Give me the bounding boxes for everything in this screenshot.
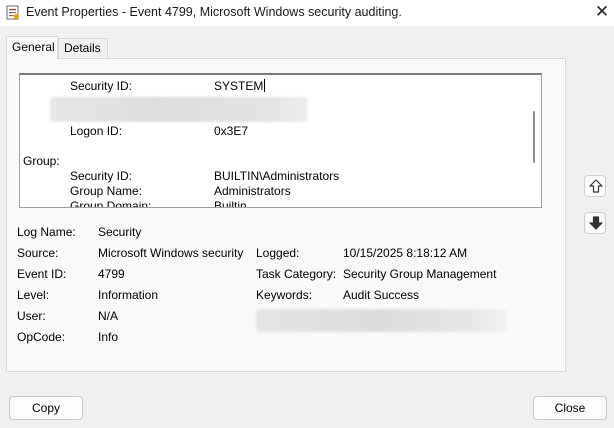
subject-security-id-label: Security ID: <box>70 79 133 93</box>
opcode-label: OpCode: <box>17 330 66 344</box>
group-heading: Group: <box>23 154 60 168</box>
group-domain-value: Builtin <box>214 199 247 208</box>
event-id-label: Event ID: <box>17 267 67 281</box>
event-viewer-icon <box>6 5 20 20</box>
event-id-value: 4799 <box>98 267 125 281</box>
source-label: Source: <box>17 246 59 260</box>
level-value: Information <box>98 288 159 302</box>
redacted-region <box>50 97 308 122</box>
user-label: User: <box>17 309 46 323</box>
keywords-value: Audit Success <box>343 288 420 302</box>
subject-security-id-text: SYSTEM <box>214 79 264 93</box>
description-scrollbar[interactable] <box>533 111 535 163</box>
tab-general[interactable]: General <box>6 36 58 59</box>
redacted-computer-field <box>256 309 506 332</box>
description-text: Security ID: SYSTEM Logon ID: 0x3E7 Grou… <box>20 75 540 208</box>
log-name-value: Security <box>98 225 142 239</box>
logon-id-value: 0x3E7 <box>214 124 249 138</box>
user-value: N/A <box>98 309 119 323</box>
source-value: Microsoft Windows security <box>98 246 244 260</box>
logon-id-label: Logon ID: <box>70 124 123 138</box>
opcode-value: Info <box>98 330 119 344</box>
group-domain-label: Group Domain: <box>70 199 152 208</box>
subject-security-id-value: SYSTEM <box>214 79 266 93</box>
group-security-id-value: BUILTIN\Administrators <box>214 169 340 183</box>
text-caret <box>264 79 266 92</box>
group-security-id-label: Security ID: <box>70 169 133 183</box>
group-name-label: Group Name: <box>70 184 143 198</box>
close-button[interactable]: Close <box>533 396 607 420</box>
close-window-button[interactable]: ✕ <box>590 0 614 26</box>
title-bar: Event Properties - Event 4799, Microsoft… <box>0 0 614 26</box>
copy-button[interactable]: Copy <box>9 396 83 420</box>
event-description[interactable]: Security ID: SYSTEM Logon ID: 0x3E7 Grou… <box>19 73 542 208</box>
arrow-down-icon <box>589 216 603 230</box>
logged-value: 10/15/2025 8:18:12 AM <box>343 246 468 260</box>
task-category-label: Task Category: <box>256 267 337 281</box>
tab-details[interactable]: Details <box>58 38 108 58</box>
level-label: Level: <box>17 288 50 302</box>
group-name-value: Administrators <box>214 184 291 198</box>
task-category-value: Security Group Management <box>343 267 497 281</box>
next-event-button[interactable] <box>584 212 606 234</box>
logged-label: Logged: <box>256 246 300 260</box>
window-title: Event Properties - Event 4799, Microsoft… <box>26 5 402 19</box>
arrow-up-icon <box>589 179 603 193</box>
previous-event-button[interactable] <box>584 175 606 197</box>
log-name-label: Log Name: <box>17 225 76 239</box>
keywords-label: Keywords: <box>256 288 313 302</box>
